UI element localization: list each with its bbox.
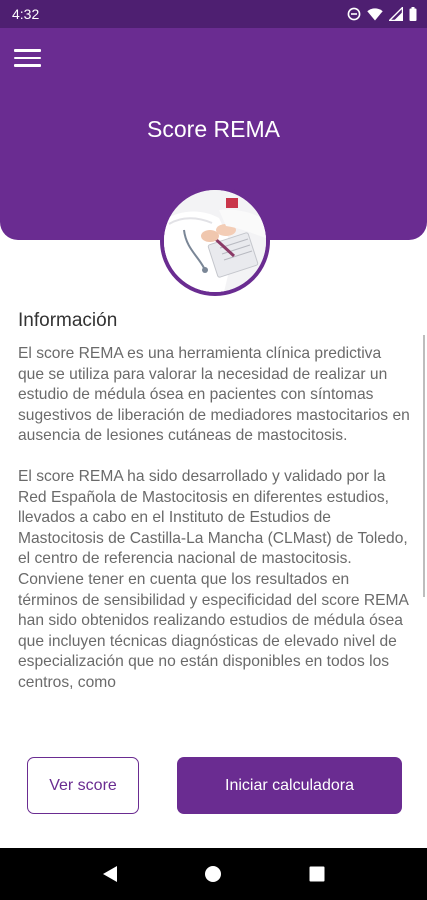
system-nav-bar bbox=[0, 848, 427, 900]
status-time: 4:32 bbox=[12, 6, 40, 22]
info-paragraph: El score REMA es una herramienta clínica… bbox=[18, 345, 410, 445]
iniciar-calculadora-button[interactable]: Iniciar calculadora bbox=[177, 757, 402, 814]
hamburger-menu-icon[interactable] bbox=[14, 44, 48, 72]
signal-icon bbox=[389, 7, 403, 21]
do-not-disturb-icon bbox=[347, 7, 361, 21]
back-icon[interactable] bbox=[88, 852, 132, 896]
section-title: Información bbox=[18, 310, 118, 331]
info-paragraph: El score REMA ha sido desarrollado y val… bbox=[18, 467, 409, 691]
scrollbar[interactable] bbox=[423, 335, 425, 597]
battery-icon bbox=[409, 7, 417, 21]
ver-score-button[interactable]: Ver score bbox=[27, 757, 139, 814]
recents-icon[interactable] bbox=[295, 852, 339, 896]
status-bar: 4:32 bbox=[0, 0, 427, 28]
page-title: Score REMA bbox=[147, 116, 280, 142]
doctor-avatar bbox=[160, 186, 270, 296]
wifi-icon bbox=[367, 7, 383, 21]
info-content[interactable]: Información El score REMA es una herrami… bbox=[18, 308, 410, 733]
home-icon[interactable] bbox=[191, 852, 235, 896]
status-icons bbox=[347, 7, 417, 21]
